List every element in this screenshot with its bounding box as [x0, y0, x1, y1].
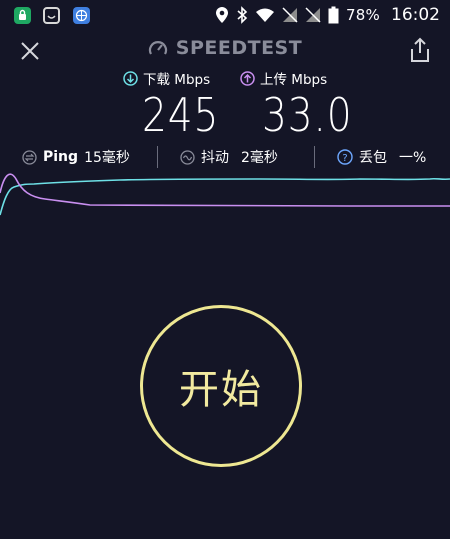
- share-icon: [411, 37, 429, 62]
- location-icon: [216, 7, 229, 23]
- jitter-value: 2毫秒: [241, 150, 278, 166]
- ping-label: Ping: [43, 149, 79, 165]
- jitter-label: 抖动: [201, 150, 229, 166]
- battery-icon: [328, 6, 339, 24]
- share-button[interactable]: [408, 37, 432, 63]
- speed-graph: [0, 173, 450, 216]
- download-label: 下载 Mbps: [123, 68, 210, 88]
- loss-label: 丢包: [359, 150, 387, 166]
- ping-icon: [22, 149, 37, 165]
- clock: 16:02: [391, 5, 440, 25]
- upload-label-text: 上传 Mbps: [260, 72, 328, 88]
- battery-percent: 78%: [346, 6, 380, 24]
- jitter-stat: 抖动 2毫秒: [180, 147, 278, 167]
- upload-label: 上传 Mbps: [240, 68, 327, 88]
- brand-label: SPEEDTEST: [175, 37, 303, 59]
- signal-1-icon: [282, 7, 298, 23]
- bluetooth-icon: [237, 6, 248, 24]
- ping-value: 15毫秒: [84, 150, 130, 166]
- upload-arrow-icon: [240, 70, 255, 86]
- signal-2-icon: [305, 7, 321, 23]
- svg-text:?: ?: [342, 153, 347, 164]
- help-icon: ?: [337, 149, 353, 165]
- jitter-icon: [180, 149, 195, 165]
- wifi-icon: [256, 8, 275, 22]
- start-button[interactable]: 开始: [140, 305, 302, 467]
- download-speed-line: [0, 177, 450, 216]
- status-bar: 78% 16:02: [0, 0, 450, 30]
- download-value: 245: [142, 88, 220, 142]
- start-button-label: 开始: [179, 367, 263, 413]
- speedtest-brand: SPEEDTEST: [0, 37, 450, 59]
- download-label-text: 下载 Mbps: [143, 72, 211, 88]
- speedometer-icon: [148, 41, 167, 55]
- tv-notification-icon: [43, 7, 60, 24]
- loss-value: 一%: [399, 150, 427, 166]
- vpn-notification-icon: [73, 7, 90, 24]
- top-bar: SPEEDTEST: [0, 30, 450, 70]
- upload-value: 33.0: [262, 88, 353, 142]
- app-notification-icon: [14, 7, 31, 24]
- ping-stat: Ping 15毫秒: [22, 147, 130, 167]
- packet-loss-stat: ? 丢包 一%: [337, 147, 426, 167]
- download-arrow-icon: [123, 70, 138, 86]
